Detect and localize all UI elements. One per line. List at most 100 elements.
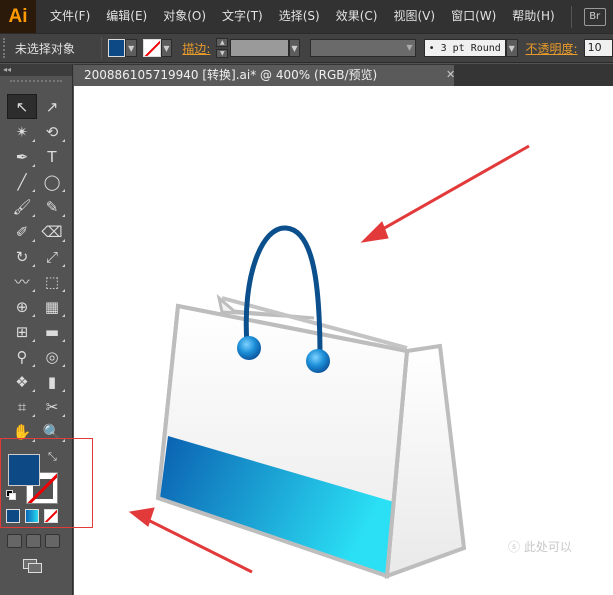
brush-definition-dropdown[interactable]: • 3 pt Round — [423, 39, 506, 57]
warp-tool[interactable]: 〰 — [7, 269, 37, 294]
artboard-canvas[interactable]: ⓢ 此处可以 — [74, 86, 613, 595]
fill-color-swatch[interactable] — [107, 39, 126, 57]
tools-panel-header[interactable]: ◂◂ — [0, 64, 72, 76]
draw-behind-button[interactable] — [26, 534, 41, 548]
shape-builder-tool[interactable]: ⊕ — [7, 294, 37, 319]
magic-wand-icon: ✴ — [15, 122, 29, 141]
main-menu: 文件(F) 编辑(E) 对象(O) 文字(T) 选择(S) 效果(C) 视图(V… — [42, 0, 563, 33]
draw-normal-button[interactable] — [7, 534, 22, 548]
screen-mode-button[interactable] — [23, 559, 45, 575]
hand-tool[interactable]: ✋ — [7, 419, 37, 444]
menu-object[interactable]: 对象(O) — [155, 0, 214, 33]
eraser-icon: ⌫ — [41, 222, 63, 241]
color-mode-buttons — [6, 509, 58, 523]
menu-window[interactable]: 窗口(W) — [443, 0, 504, 33]
pencil-tool[interactable]: ✎ — [37, 194, 67, 219]
perspective-grid-icon: ▦ — [44, 297, 60, 316]
stroke-weight-dropdown[interactable]: ▼ — [288, 39, 301, 57]
column-graph-icon: ▮ — [47, 372, 57, 391]
menu-edit[interactable]: 编辑(E) — [98, 0, 155, 33]
selection-tool[interactable]: ↖ — [7, 94, 37, 119]
eyedropper-tool[interactable]: ⚲ — [7, 344, 37, 369]
none-mode-button[interactable] — [44, 509, 58, 523]
bag-handle-bead-left — [237, 336, 261, 360]
menu-help[interactable]: 帮助(H) — [504, 0, 562, 33]
draw-inside-button[interactable] — [45, 534, 60, 548]
selection-status-label: 未选择对象 — [14, 41, 75, 56]
hand-icon: ✋ — [12, 422, 32, 441]
zoom-tool[interactable]: 🔍 — [37, 419, 67, 444]
document-tab[interactable]: 200886105719940 [转换].ai* @ 400% (RGB/预览) — [74, 65, 454, 86]
blob-brush-tool[interactable]: ✐ — [7, 219, 37, 244]
opacity-label[interactable]: 不透明度: — [526, 40, 578, 57]
shape-builder-icon: ⊕ — [15, 297, 29, 316]
drawing-mode-buttons — [7, 534, 60, 548]
free-transform-icon: ⬚ — [44, 272, 60, 291]
blob-brush-icon: ✐ — [15, 222, 29, 241]
bridge-button[interactable]: Br — [583, 7, 606, 26]
pen-tool[interactable]: ✒ — [7, 144, 37, 169]
scale-tool[interactable]: ⤢ — [37, 244, 67, 269]
stroke-weight-spinner[interactable]: ▲ ▼ — [216, 38, 229, 58]
artboard-tool[interactable]: ⌗ — [7, 394, 37, 419]
menu-view[interactable]: 视图(V) — [385, 0, 443, 33]
stroke-dropdown-arrow[interactable]: ▼ — [160, 39, 173, 57]
stroke-color-swatch[interactable] — [143, 39, 161, 57]
gradient-tool[interactable]: ▬ — [37, 319, 67, 344]
direct-selection-tool[interactable]: ↗ — [37, 94, 67, 119]
fill-dropdown-arrow[interactable]: ▼ — [125, 39, 138, 57]
paintbrush-icon: 🖌 — [12, 197, 32, 216]
stroke-weight-input[interactable] — [230, 39, 289, 57]
swap-fill-stroke-icon[interactable]: ⤡ — [48, 450, 57, 464]
ellipse-icon: ◯ — [43, 172, 61, 191]
line-segment-tool[interactable]: ╱ — [7, 169, 37, 194]
mesh-tool[interactable]: ⊞ — [7, 319, 37, 344]
stroke-weight-label[interactable]: 描边: — [182, 40, 210, 57]
lasso-tool[interactable]: ⟲ — [37, 119, 67, 144]
gradient-mode-button[interactable] — [25, 509, 39, 523]
line-segment-icon: ╱ — [17, 172, 27, 191]
rotate-icon: ↻ — [15, 247, 29, 266]
magic-wand-tool[interactable]: ✴ — [7, 119, 37, 144]
divider — [100, 37, 102, 59]
warp-icon: 〰 — [14, 273, 30, 291]
fill-color-box[interactable] — [8, 454, 40, 486]
column-graph-tool[interactable]: ▮ — [37, 369, 67, 394]
scale-icon: ⤢ — [45, 247, 58, 266]
document-tab-bar: 200886105719940 [转换].ai* @ 400% (RGB/预览)… — [74, 64, 613, 86]
menu-effect[interactable]: 效果(C) — [328, 0, 386, 33]
color-mode-button[interactable] — [6, 509, 20, 523]
type-tool[interactable]: T — [37, 144, 67, 169]
slice-tool[interactable]: ✂ — [37, 394, 67, 419]
free-transform-tool[interactable]: ⬚ — [37, 269, 67, 294]
app-logo: Ai — [0, 0, 36, 33]
tool-grid: ↖ ↗ ✴ ⟲ ✒ T ╱ ◯ 🖌 ✎ ✐ ⌫ ↻ ⤢ 〰 ⬚ ⊕ ▦ ⊞ ▬ ⚲ ◎ ❖ ▮ ⌗ ✂ ✋ 🔍 — [7, 94, 67, 444]
mesh-icon: ⊞ — [15, 322, 29, 341]
variable-width-profile-dropdown[interactable] — [310, 39, 416, 57]
menu-select[interactable]: 选择(S) — [271, 0, 328, 33]
perspective-grid-tool[interactable]: ▦ — [37, 294, 67, 319]
eraser-tool[interactable]: ⌫ — [37, 219, 67, 244]
watermark-text: ⓢ 此处可以 — [508, 540, 572, 554]
brush-dropdown-arrow[interactable]: ▼ — [505, 39, 518, 57]
default-fill-stroke-icon[interactable] — [6, 490, 16, 500]
document-tab-title: 200886105719940 [转换].ai* @ 400% (RGB/预览) — [84, 68, 378, 82]
tools-panel-grip[interactable] — [10, 80, 62, 86]
symbol-sprayer-tool[interactable]: ❖ — [7, 369, 37, 394]
close-tab-icon[interactable]: ✕ — [446, 68, 455, 81]
menu-type[interactable]: 文字(T) — [214, 0, 271, 33]
ellipse-tool[interactable]: ◯ — [37, 169, 67, 194]
rotate-tool[interactable]: ↻ — [7, 244, 37, 269]
symbol-sprayer-icon: ❖ — [15, 372, 29, 391]
paintbrush-tool[interactable]: 🖌 — [7, 194, 37, 219]
blend-tool[interactable]: ◎ — [37, 344, 67, 369]
opacity-input[interactable]: 10 — [583, 39, 613, 57]
artboard-icon: ⌗ — [17, 397, 27, 416]
zoom-icon: 🔍 — [42, 422, 62, 441]
shopping-bag-artwork — [128, 144, 530, 579]
tools-panel: ◂◂ ↖ ↗ ✴ ⟲ ✒ T ╱ ◯ 🖌 ✎ ✐ ⌫ ↻ ⤢ 〰 ⬚ ⊕ ▦ ⊞ ▬ ⚲ ◎ ❖ ▮ ⌗ ✂ ✋ 🔍 ⤡ — [0, 64, 73, 595]
slice-icon: ✂ — [45, 397, 59, 416]
control-bar-grip[interactable] — [3, 38, 9, 58]
gradient-icon: ▬ — [44, 322, 60, 341]
menu-file[interactable]: 文件(F) — [42, 0, 98, 33]
